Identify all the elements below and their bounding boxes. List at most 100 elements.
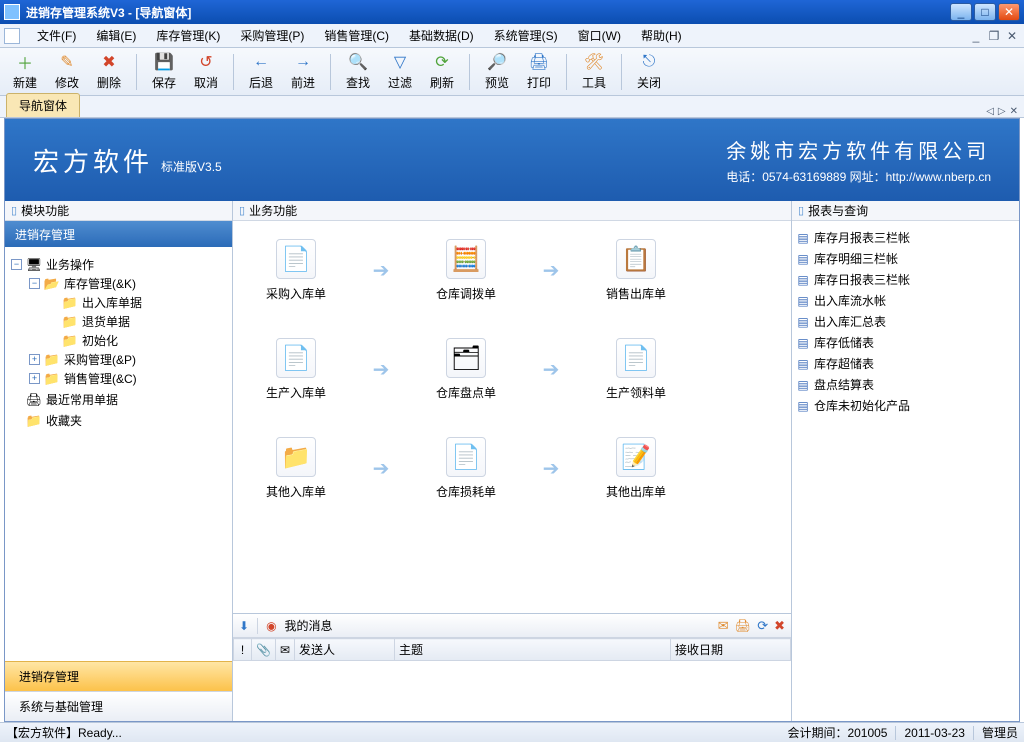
report-item-6[interactable]: ▤库存超储表 (796, 353, 1015, 374)
menu-item-7[interactable]: 窗口(W) (569, 24, 630, 47)
tree-collapse-icon[interactable]: − (29, 278, 40, 289)
doc-icon: 🖨 (26, 392, 42, 408)
func-生产入库单[interactable]: 📄生产入库单 (251, 338, 341, 401)
func-icon: 📝 (616, 437, 656, 477)
func-label: 其他出库单 (606, 483, 666, 500)
message-grid[interactable]: ! 📎 ✉ 发送人 主题 接收日期 (233, 638, 791, 721)
toolbar-取消[interactable]: ↺取消 (185, 50, 227, 94)
func-label: 采购入库单 (266, 285, 326, 302)
toolbar-修改[interactable]: ✎修改 (46, 50, 88, 94)
report-label: 库存低储表 (814, 334, 874, 351)
toolbar-工具[interactable]: 🛠工具 (573, 50, 615, 94)
tree-extra-label: 最近常用单据 (46, 391, 118, 408)
func-销售出库单[interactable]: 📋销售出库单 (591, 239, 681, 302)
toolbar-查找[interactable]: 🔍查找 (337, 50, 379, 94)
print-message-icon[interactable]: 🖨 (735, 618, 752, 634)
func-icon: 📄 (276, 239, 316, 279)
close-button[interactable]: ✕ (998, 3, 1020, 21)
func-生产领料单[interactable]: 📄生产领料单 (591, 338, 681, 401)
download-icon[interactable]: ⬇ (239, 619, 249, 633)
sidebar-button-0[interactable]: 进销存管理 (5, 661, 232, 691)
col-subject[interactable]: 主题 (395, 639, 671, 661)
report-icon: ▤ (796, 357, 810, 371)
tab-prev-icon[interactable]: ◁ (986, 106, 994, 117)
new-message-icon[interactable]: ✉ (718, 618, 729, 634)
menu-item-1[interactable]: 编辑(E) (87, 24, 145, 47)
sidebar-section-header: 模块功能 (5, 201, 232, 221)
menu-item-6[interactable]: 系统管理(S) (485, 24, 567, 47)
toolbar-关闭[interactable]: ⎋关闭 (628, 50, 670, 94)
tab-strip: 导航窗体 ◁ ▷ ✕ (0, 96, 1024, 118)
func-其他入库单[interactable]: 📁其他入库单 (251, 437, 341, 500)
toolbar-保存[interactable]: 💾保存 (143, 50, 185, 94)
banner: 宏方软件 标准版V3.5 余姚市宏方软件有限公司 电话：0574-6316988… (5, 119, 1019, 201)
toolbar-预览[interactable]: 🔎预览 (476, 50, 518, 94)
tree-expand-icon[interactable]: + (29, 354, 40, 365)
tree-extra-0[interactable]: 🖨最近常用单据 (9, 390, 228, 409)
col-sender[interactable]: 发送人 (295, 639, 395, 661)
mdi-icon (4, 28, 20, 44)
func-icon: 📋 (616, 239, 656, 279)
toolbar-icon: 🔎 (487, 52, 507, 72)
report-item-4[interactable]: ▤出入库汇总表 (796, 311, 1015, 332)
menu-item-2[interactable]: 库存管理(K) (147, 24, 229, 47)
report-item-2[interactable]: ▤库存日报表三栏帐 (796, 269, 1015, 290)
mdi-restore-icon[interactable]: ❐ (986, 28, 1002, 44)
toolbar-新建[interactable]: ＋新建 (4, 50, 46, 94)
func-仓库调拨单[interactable]: 🧮仓库调拨单 (421, 239, 511, 302)
menu-item-3[interactable]: 采购管理(P) (231, 24, 313, 47)
maximize-button[interactable]: □ (974, 3, 996, 21)
menu-item-4[interactable]: 销售管理(C) (315, 24, 398, 47)
folder-icon: 📁 (44, 371, 60, 387)
toolbar-icon: → (293, 52, 313, 72)
menu-item-8[interactable]: 帮助(H) (632, 24, 691, 47)
toolbar-刷新[interactable]: ⟳刷新 (421, 50, 463, 94)
report-label: 仓库未初始化产品 (814, 397, 910, 414)
tree-node-1[interactable]: +📁采购管理(&P) (27, 350, 228, 369)
menu-item-5[interactable]: 基础数据(D) (400, 24, 483, 47)
report-item-8[interactable]: ▤仓库未初始化产品 (796, 395, 1015, 416)
report-item-0[interactable]: ▤库存月报表三栏帐 (796, 227, 1015, 248)
func-仓库盘点单[interactable]: 🗂仓库盘点单 (421, 338, 511, 401)
sidebar-title-label: 进销存管理 (15, 226, 75, 243)
tree-collapse-icon[interactable]: − (11, 259, 22, 270)
tab-nav-window[interactable]: 导航窗体 (6, 93, 80, 117)
func-采购入库单[interactable]: 📄 采购入库单 (251, 239, 341, 302)
refresh-message-icon[interactable]: ⟳ (757, 618, 768, 634)
tab-close-icon[interactable]: ✕ (1010, 106, 1018, 117)
tree-root-business[interactable]: − 🖥 业务操作 (9, 255, 228, 274)
tree-node-2[interactable]: +📁销售管理(&C) (27, 369, 228, 388)
company-contact: 电话：0574-63169889 网址：http://www.nberp.cn (726, 168, 991, 185)
col-priority[interactable]: ! (234, 639, 252, 661)
tree-leaf-0-1[interactable]: 📁退货单据 (45, 312, 228, 331)
report-item-5[interactable]: ▤库存低储表 (796, 332, 1015, 353)
report-item-7[interactable]: ▤盘点结算表 (796, 374, 1015, 395)
tree-leaf-0-2[interactable]: 📁初始化 (45, 331, 228, 350)
report-item-3[interactable]: ▤出入库流水帐 (796, 290, 1015, 311)
col-attach[interactable]: 📎 (252, 639, 276, 661)
toolbar-打印[interactable]: 🖨打印 (518, 50, 560, 94)
delete-message-icon[interactable]: ✖ (774, 618, 785, 634)
toolbar-label: 查找 (346, 74, 370, 91)
mdi-close-icon[interactable]: ✕ (1004, 28, 1020, 44)
func-仓库损耗单[interactable]: 📄仓库损耗单 (421, 437, 511, 500)
toolbar-过滤[interactable]: ▽过滤 (379, 50, 421, 94)
col-read[interactable]: ✉ (275, 639, 294, 661)
toolbar-后退[interactable]: ←后退 (240, 50, 282, 94)
toolbar-前进[interactable]: →前进 (282, 50, 324, 94)
func-icon: 📄 (616, 338, 656, 378)
report-item-1[interactable]: ▤库存明细三栏帐 (796, 248, 1015, 269)
func-其他出库单[interactable]: 📝 其他出库单 (591, 437, 681, 500)
menu-item-0[interactable]: 文件(F) (28, 24, 85, 47)
mdi-minimize-icon[interactable]: _ (968, 28, 984, 44)
tree-node-0[interactable]: −📂库存管理(&K) (27, 274, 228, 293)
tree-expand-icon[interactable]: + (29, 373, 40, 384)
tab-next-icon[interactable]: ▷ (998, 106, 1006, 117)
tree-extra-1[interactable]: 📁收藏夹 (9, 411, 228, 430)
minimize-button[interactable]: _ (950, 3, 972, 21)
func-icon: 📁 (276, 437, 316, 477)
tree-leaf-0-0[interactable]: 📁出入库单据 (45, 293, 228, 312)
toolbar-删除[interactable]: ✖删除 (88, 50, 130, 94)
sidebar-button-1[interactable]: 系统与基础管理 (5, 691, 232, 721)
col-recv-date[interactable]: 接收日期 (671, 639, 791, 661)
